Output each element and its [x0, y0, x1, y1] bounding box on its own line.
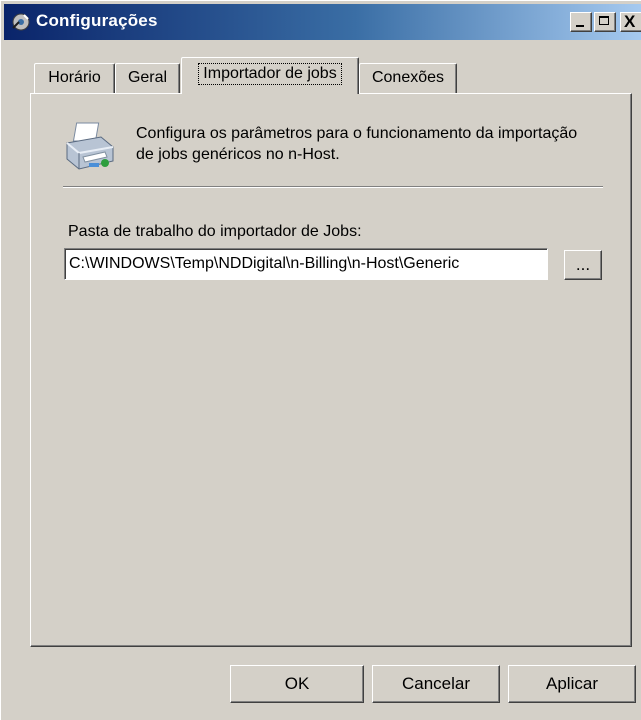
tab-label: Horário — [48, 69, 101, 86]
cancel-button[interactable]: Cancelar — [372, 665, 500, 703]
close-button[interactable]: X — [620, 12, 641, 32]
tab-conexoes[interactable]: Conexões — [359, 63, 457, 93]
title-bar[interactable]: Configurações X — [4, 4, 641, 40]
settings-window: Configurações X Horário Geral Importador… — [0, 0, 641, 720]
tab-label: Conexões — [371, 69, 445, 86]
tab-panel — [30, 93, 632, 647]
apply-button[interactable]: Aplicar — [508, 665, 636, 703]
tab-label: Geral — [127, 69, 168, 86]
tab-label: Importador de jobs — [198, 63, 342, 85]
window-title: Configurações — [36, 11, 158, 30]
tab-geral[interactable]: Geral — [115, 63, 180, 93]
maximize-button[interactable] — [594, 12, 616, 32]
close-icon: X — [624, 12, 636, 31]
app-icon — [12, 13, 30, 31]
tab-horario[interactable]: Horário — [34, 63, 115, 93]
ok-button[interactable]: OK — [230, 665, 364, 703]
minimize-button[interactable] — [570, 12, 592, 32]
tab-importador-de-jobs[interactable]: Importador de jobs — [181, 57, 359, 94]
